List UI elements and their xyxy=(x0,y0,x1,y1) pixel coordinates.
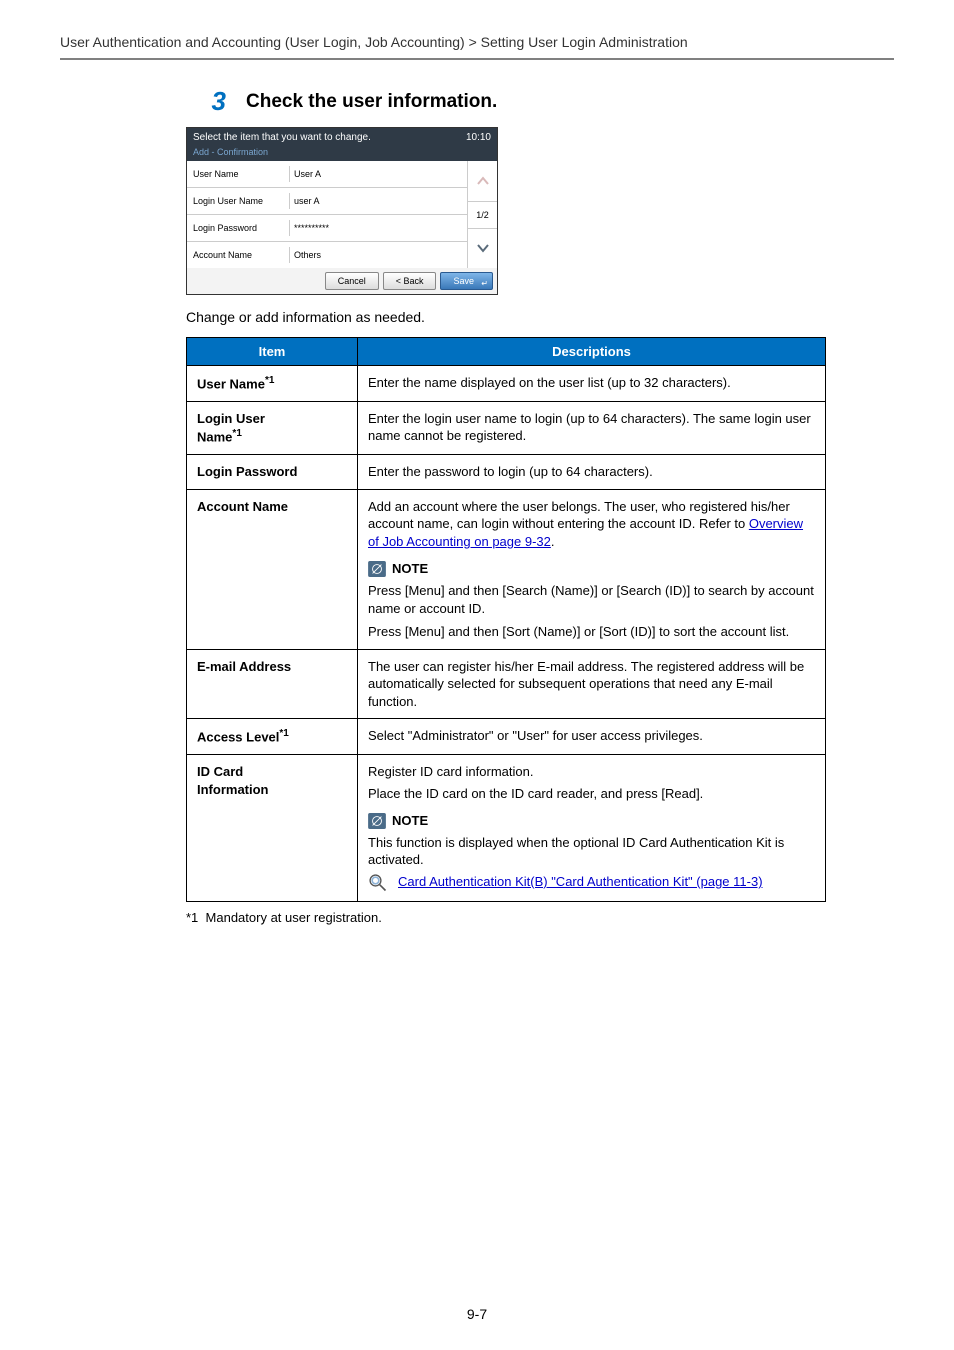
note-icon xyxy=(368,561,386,577)
note-text: This function is displayed when the opti… xyxy=(368,834,815,869)
item-label: Login User xyxy=(197,411,265,426)
caption-text: Change or add information as needed. xyxy=(186,309,826,325)
sup-marker: *1 xyxy=(232,428,241,439)
scroll-up-button[interactable] xyxy=(467,161,497,202)
chevron-up-icon xyxy=(476,176,490,186)
back-button[interactable]: < Back xyxy=(383,272,437,290)
table-row: ID Card Information Register ID card inf… xyxy=(187,755,826,902)
cell-desc: Enter the password to login (up to 64 ch… xyxy=(358,455,826,490)
step-number: 3 xyxy=(186,86,226,117)
table-row: Access Level*1 Select "Administrator" or… xyxy=(187,719,826,755)
desc-text: Place the ID card on the ID card reader,… xyxy=(368,785,815,803)
device-row-value: Others xyxy=(289,247,467,263)
step-title: Check the user information. xyxy=(246,91,497,113)
cell-item: E-mail Address xyxy=(187,649,358,719)
desc-text: . xyxy=(551,534,555,549)
item-label: User Name xyxy=(197,376,265,391)
sup-marker: *1 xyxy=(265,375,274,386)
device-row-label: Login Password xyxy=(187,223,289,233)
note-text: Press [Menu] and then [Sort (Name)] or [… xyxy=(368,623,815,641)
th-desc: Descriptions xyxy=(358,338,826,366)
save-button[interactable]: Save xyxy=(440,272,493,290)
page-number: 9-7 xyxy=(0,1306,954,1322)
device-subtitle: Add - Confirmation xyxy=(187,147,497,161)
device-row-login-user[interactable]: Login User Name user A xyxy=(187,188,467,215)
desc-text: Add an account where the user belongs. T… xyxy=(368,499,790,532)
cell-desc: Enter the login user name to login (up t… xyxy=(358,401,826,454)
cell-desc: Select "Administrator" or "User" for use… xyxy=(358,719,826,755)
step-heading: 3 Check the user information. xyxy=(186,86,826,117)
device-panel: Select the item that you want to change.… xyxy=(186,127,498,295)
device-row-account-name[interactable]: Account Name Others xyxy=(187,242,467,268)
breadcrumb: User Authentication and Accounting (User… xyxy=(60,34,894,50)
device-row-login-password[interactable]: Login Password ********** xyxy=(187,215,467,242)
item-label: Name xyxy=(197,430,232,445)
device-row-value: ********** xyxy=(289,220,467,236)
device-row-label: Login User Name xyxy=(187,196,289,206)
table-row: Account Name Add an account where the us… xyxy=(187,489,826,649)
info-table: Item Descriptions User Name*1 Enter the … xyxy=(186,337,826,902)
table-row: E-mail Address The user can register his… xyxy=(187,649,826,719)
device-row-label: User Name xyxy=(187,169,289,179)
item-label: Access Level xyxy=(197,730,279,745)
device-header-text: Select the item that you want to change. xyxy=(193,132,371,143)
device-row-user-name[interactable]: User Name User A xyxy=(187,161,467,188)
footnote-marker: *1 xyxy=(186,910,198,925)
cell-item: Account Name xyxy=(187,489,358,649)
item-label: Information xyxy=(197,782,269,797)
link-card-auth-kit[interactable]: Card Authentication Kit(B) "Card Authent… xyxy=(398,873,763,891)
device-time: 10:10 xyxy=(466,132,491,143)
item-label: ID Card xyxy=(197,764,243,779)
chevron-down-icon xyxy=(476,243,490,253)
divider xyxy=(60,58,894,60)
cell-desc: Add an account where the user belongs. T… xyxy=(358,489,826,649)
device-row-value: User A xyxy=(289,166,467,182)
page-indicator: 1/2 xyxy=(467,202,497,229)
scroll-down-button[interactable] xyxy=(467,229,497,269)
desc-text: Register ID card information. xyxy=(368,763,815,781)
note-text: Press [Menu] and then [Search (Name)] or… xyxy=(368,582,815,617)
cell-desc: The user can register his/her E-mail add… xyxy=(358,649,826,719)
sup-marker: *1 xyxy=(279,728,288,739)
footnote: *1 Mandatory at user registration. xyxy=(186,910,826,925)
cell-desc: Enter the name displayed on the user lis… xyxy=(358,366,826,402)
table-row: User Name*1 Enter the name displayed on … xyxy=(187,366,826,402)
cell-item: Login User Name*1 xyxy=(187,401,358,454)
cell-item: ID Card Information xyxy=(187,755,358,902)
cell-item: User Name*1 xyxy=(187,366,358,402)
note-label: NOTE xyxy=(392,812,428,830)
table-row: Login User Name*1 Enter the login user n… xyxy=(187,401,826,454)
cell-item: Login Password xyxy=(187,455,358,490)
note-label: NOTE xyxy=(392,560,428,578)
cancel-button[interactable]: Cancel xyxy=(325,272,379,290)
magnifier-icon xyxy=(368,873,388,893)
cell-item: Access Level*1 xyxy=(187,719,358,755)
footnote-text: Mandatory at user registration. xyxy=(206,910,382,925)
table-row: Login Password Enter the password to log… xyxy=(187,455,826,490)
th-item: Item xyxy=(187,338,358,366)
note-icon xyxy=(368,813,386,829)
device-row-value: user A xyxy=(289,193,467,209)
device-row-label: Account Name xyxy=(187,250,289,260)
cell-desc: Register ID card information. Place the … xyxy=(358,755,826,902)
